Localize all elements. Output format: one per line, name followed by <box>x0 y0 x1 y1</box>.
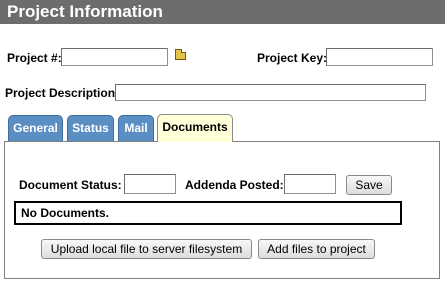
tab-documents[interactable]: Documents <box>157 114 233 142</box>
folder-icon[interactable] <box>175 49 186 60</box>
document-status-input[interactable] <box>124 174 176 194</box>
project-number-input[interactable] <box>61 48 168 66</box>
no-documents-message: No Documents. <box>21 206 110 220</box>
project-description-input[interactable] <box>115 84 426 101</box>
documents-list: No Documents. <box>14 201 402 225</box>
addenda-posted-input[interactable] <box>284 174 336 194</box>
project-description-label: Project Description: <box>5 86 120 100</box>
tab-status[interactable]: Status <box>67 115 114 141</box>
addenda-posted-label: Addenda Posted: <box>185 178 284 192</box>
save-button[interactable]: Save <box>346 175 392 195</box>
project-number-label: Project #: <box>7 51 62 65</box>
add-files-button[interactable]: Add files to project <box>258 239 375 259</box>
project-key-input[interactable] <box>326 48 433 66</box>
tab-general[interactable]: General <box>8 115 63 141</box>
page-title: Project Information <box>0 0 445 24</box>
tab-mail[interactable]: Mail <box>118 115 154 141</box>
project-key-label: Project Key: <box>257 51 328 65</box>
document-status-label: Document Status: <box>19 178 122 192</box>
upload-file-button[interactable]: Upload local file to server filesystem <box>41 239 252 259</box>
